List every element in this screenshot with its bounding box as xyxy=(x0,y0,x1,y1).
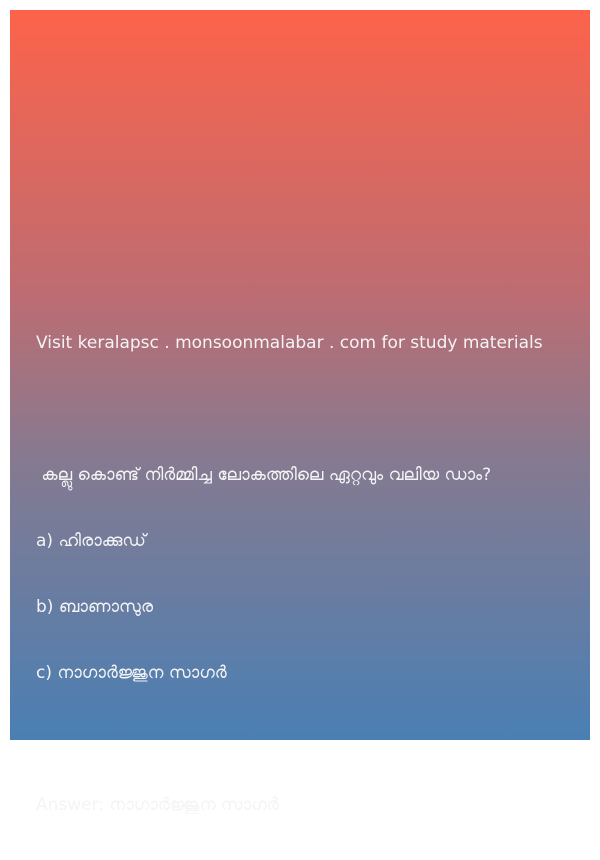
question-text: കല്ലു കൊണ്ട് നിര്‍മ്മിച്ച ലോകത്തിലെ ഏറ്റ… xyxy=(36,465,492,485)
post-card: Visit keralapsc . monsoonmalabar . com f… xyxy=(10,10,590,815)
option-b: b) ബാണാസുര xyxy=(36,597,153,617)
post-content: Visit keralapsc . monsoonmalabar . com f… xyxy=(36,288,581,860)
answer-label: Answer: xyxy=(36,795,105,815)
answer-value: നാഗാര്‍ജ്ജുന സാഗര്‍ xyxy=(109,795,279,815)
source-line: Visit keralapsc . monsoonmalabar . com f… xyxy=(36,333,543,353)
answer-line: Answer: നാഗാര്‍ജ്ജുന സാഗര്‍ xyxy=(36,794,581,816)
option-c: c) നാഗാര്‍ജ്ജുന സാഗര്‍ xyxy=(36,663,227,683)
option-a: a) ഹിരാക്കുഡ് xyxy=(36,531,146,551)
